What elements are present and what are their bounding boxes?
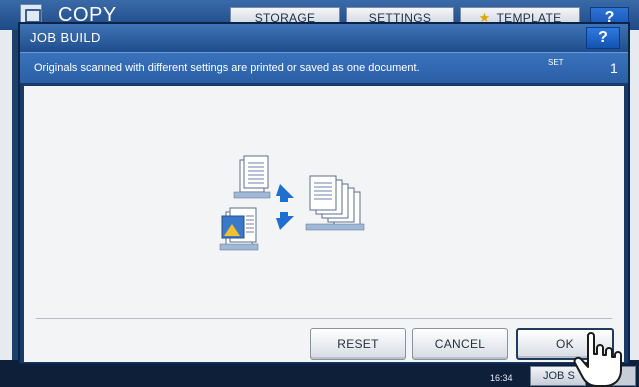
dialog-title-bar: JOB BUILD ?	[20, 24, 628, 52]
status-time: 16:34	[490, 373, 513, 383]
dialog-help-button[interactable]: ?	[586, 27, 620, 49]
set-value: 1	[610, 60, 618, 76]
dialog-info-bar: Originals scanned with different setting…	[20, 52, 628, 84]
job-build-dialog: JOB BUILD ? Originals scanned with diffe…	[18, 22, 630, 365]
dialog-title: JOB BUILD	[30, 30, 101, 45]
set-label: SET	[548, 58, 564, 67]
pointing-hand-cursor-icon	[573, 332, 622, 387]
dialog-content: RESET CANCEL OK	[24, 86, 624, 362]
copy-app-icon	[20, 4, 42, 24]
job-build-illustration-icon	[219, 155, 365, 251]
dialog-info-text: Originals scanned with different setting…	[34, 62, 420, 74]
button-divider	[36, 318, 612, 319]
reset-button[interactable]: RESET	[310, 328, 406, 360]
background-left-edge	[0, 30, 12, 360]
cancel-button[interactable]: CANCEL	[412, 328, 508, 360]
